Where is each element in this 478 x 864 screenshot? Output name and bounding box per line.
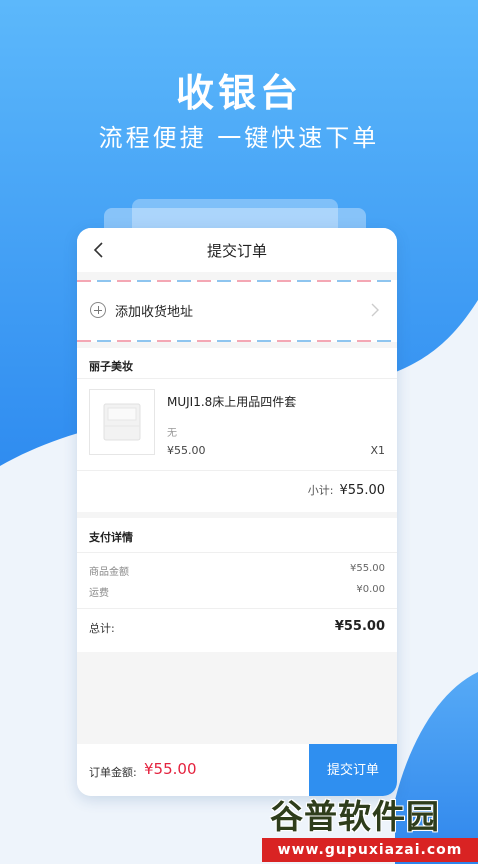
divider xyxy=(77,378,397,379)
subtotal-value: ¥55.00 xyxy=(339,483,386,498)
shop-section: 丽子美妆 MUJI1.8床上用品四件套 无 ¥55.00 X1 小计: ¥55.0… xyxy=(77,348,397,512)
payment-row-shipping: 运费 ¥0.00 xyxy=(89,584,385,599)
watermark-brand: 谷普软件园 xyxy=(270,797,440,836)
divider xyxy=(77,552,397,553)
payment-total: 总计: ¥55.00 xyxy=(89,619,385,636)
payment-row-value: ¥55.00 xyxy=(350,563,385,574)
nav-bar: 提交订单 xyxy=(77,228,397,272)
total-label: 总计: xyxy=(89,622,115,635)
total-value: ¥55.00 xyxy=(334,619,385,634)
phone-screen: 提交订单 添加收货地址 丽子美妆 MUJI1.8床上用品四件套 无 ¥55.00… xyxy=(77,228,397,796)
watermark-url: www.gupuxiazai.com xyxy=(262,838,478,862)
payment-row-label: 商品金额 xyxy=(89,567,129,578)
payment-row-label: 运费 xyxy=(89,588,109,599)
divider xyxy=(77,470,397,471)
plus-circle-icon xyxy=(90,302,106,318)
hero-title: 收银台 xyxy=(175,71,302,115)
product-spec: 无 xyxy=(167,428,177,439)
chevron-right-icon xyxy=(367,302,383,318)
shop-name: 丽子美妆 xyxy=(89,360,133,373)
subtotal: 小计: ¥55.00 xyxy=(308,482,385,498)
product-quantity: X1 xyxy=(370,444,385,457)
envelope-stripe-bottom xyxy=(77,340,397,342)
order-amount-value: ¥55.00 xyxy=(144,760,197,778)
payment-row-value: ¥0.00 xyxy=(356,584,385,595)
watermark: 谷普软件园 www.gupuxiazai.com xyxy=(262,786,478,864)
order-amount-label: 订单金额: xyxy=(89,766,137,779)
payment-details: 支付详情 商品金额 ¥55.00 运费 ¥0.00 总计: ¥55.00 xyxy=(77,518,397,652)
product-name[interactable]: MUJI1.8床上用品四件套 xyxy=(167,393,296,410)
subtotal-label: 小计: xyxy=(307,484,334,497)
product-image[interactable] xyxy=(89,389,155,455)
add-address-row[interactable]: 添加收货地址 xyxy=(77,280,397,342)
page-title: 提交订单 xyxy=(206,242,267,260)
product-price: ¥55.00 xyxy=(167,444,206,457)
add-address-label: 添加收货地址 xyxy=(115,305,194,320)
divider xyxy=(77,608,397,609)
envelope-stripe-top xyxy=(77,280,397,282)
payment-title: 支付详情 xyxy=(89,531,133,544)
hero-subtitle: 流程便捷 一键快速下单 xyxy=(98,124,380,152)
payment-row-goods: 商品金额 ¥55.00 xyxy=(89,563,385,578)
